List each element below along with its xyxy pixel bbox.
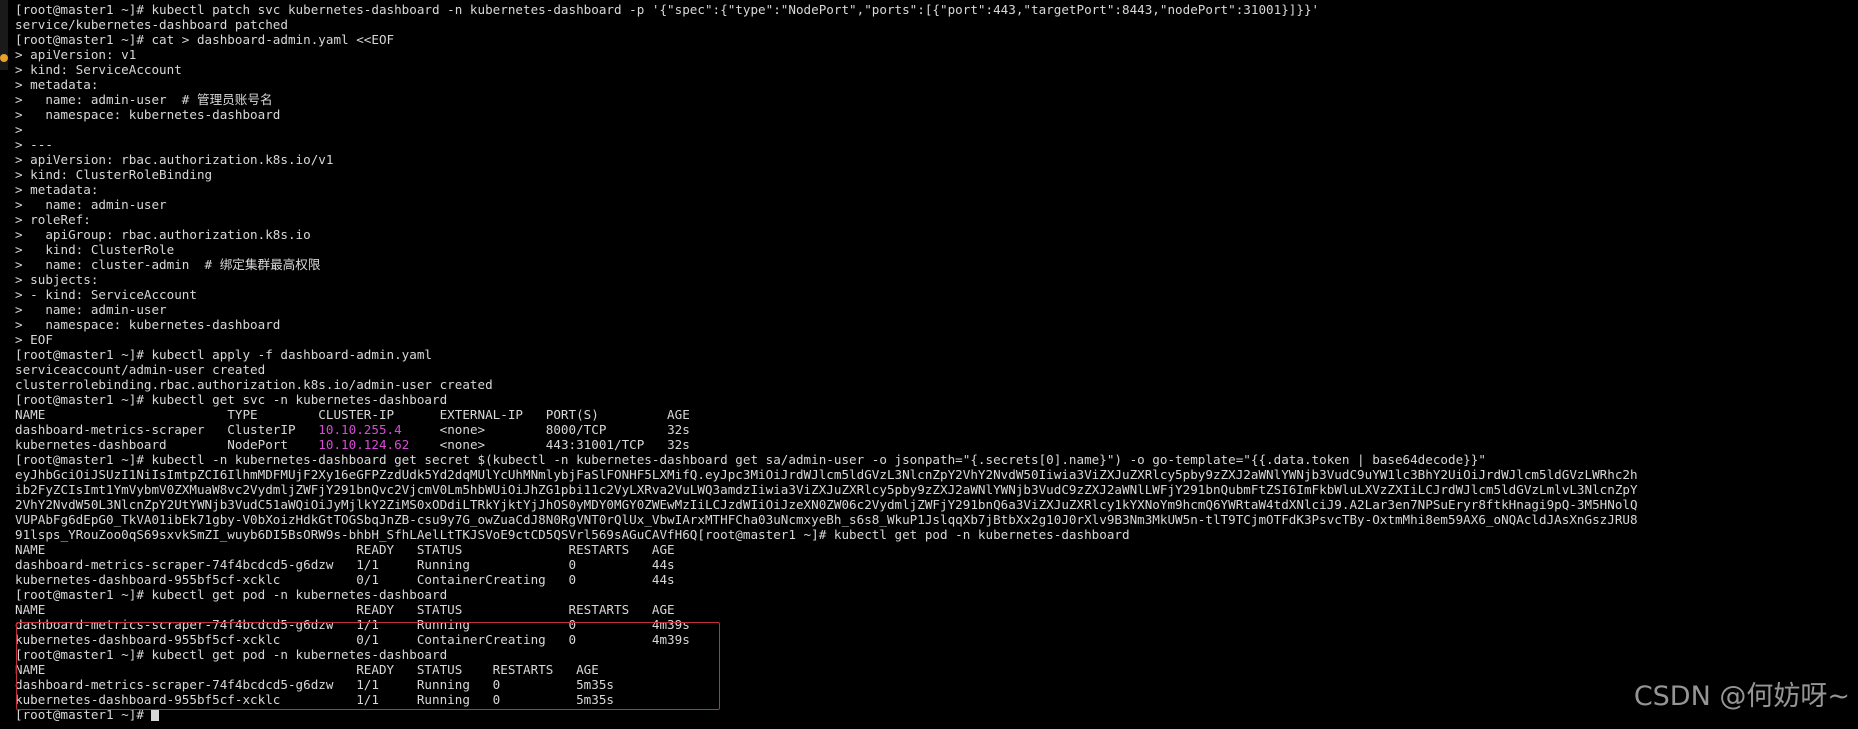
terminal-text: > apiVersion: v1: [15, 47, 137, 62]
terminal-line: NAME READY STATUS RESTARTS AGE: [15, 542, 1858, 557]
terminal-text: > metadata:: [15, 182, 99, 197]
terminal-line: [root@master1 ~]# kubectl -n kubernetes-…: [15, 452, 1858, 467]
terminal-text: [root@master1 ~]# cat > dashboard-admin.…: [15, 32, 395, 47]
terminal-line: VUPAbFg6dEpG0_TkVA01ibEk71gby-V0bXoizHdk…: [15, 512, 1858, 527]
terminal-line: > kind: ServiceAccount: [15, 62, 1858, 77]
text-cursor[interactable]: [151, 709, 160, 721]
terminal-text: dashboard-metrics-scraper-74f4bcdcd5-g6d…: [15, 557, 675, 572]
terminal-text: > namespace: kubernetes-dashboard: [15, 107, 281, 122]
terminal-line: [root@master1 ~]# kubectl get pod -n kub…: [15, 587, 1858, 602]
terminal-text: NAME READY STATUS RESTARTS AGE: [15, 542, 675, 557]
ip-address-text: 10.10.124.62: [318, 437, 410, 452]
terminal-line: > metadata:: [15, 182, 1858, 197]
terminal-line: NAME READY STATUS RESTARTS AGE: [15, 602, 1858, 617]
terminal-line: [root@master1 ~]# kubectl get svc -n kub…: [15, 392, 1858, 407]
terminal-text: NAME TYPE CLUSTER-IP EXTERNAL-IP PORT(S)…: [15, 407, 690, 422]
terminal-line: kubernetes-dashboard-955bf5cf-xcklc 0/1 …: [15, 572, 1858, 587]
terminal-text: VUPAbFg6dEpG0_TkVA01ibEk71gby-V0bXoizHdk…: [15, 512, 1638, 527]
terminal-line: > name: admin-user # 管理员账号名: [15, 92, 1858, 107]
terminal-text: kubernetes-dashboard NodePort: [15, 437, 319, 452]
watermark-text: CSDN @何妨呀~: [1633, 681, 1850, 712]
terminal-line: > roleRef:: [15, 212, 1858, 227]
terminal-text: 91lsps_YRouZoo0qS69sxvkSmZI_wuyb6DI5BsOR…: [15, 527, 1130, 542]
terminal-text: > roleRef:: [15, 212, 91, 227]
terminal-text: > name: admin-user: [15, 302, 167, 317]
terminal-line: > ---: [15, 137, 1858, 152]
terminal-text: [root@master1 ~]# kubectl apply -f dashb…: [15, 347, 433, 362]
terminal-text: > namespace: kubernetes-dashboard: [15, 317, 281, 332]
terminal-text: [root@master1 ~]# kubectl get svc -n kub…: [15, 392, 448, 407]
terminal-line: 2VhY2NvdW50L3NlcnZpY2UtYWNjb3VudC51aWQiO…: [15, 497, 1858, 512]
terminal-text: kubernetes-dashboard-955bf5cf-xcklc 0/1 …: [15, 572, 675, 587]
terminal-text: <none> 8000/TCP 32s: [401, 422, 690, 437]
terminal-text: clusterrolebinding.rbac.authorization.k8…: [15, 377, 493, 392]
terminal-text: ib2FyZCIsImt1YmVybmV0ZXMuaW8vc2VydmljZWF…: [15, 482, 1638, 497]
terminal-text: dashboard-metrics-scraper ClusterIP: [15, 422, 319, 437]
terminal-line: ib2FyZCIsImt1YmVybmV0ZXMuaW8vc2VydmljZWF…: [15, 482, 1858, 497]
terminal-line: > name: admin-user: [15, 197, 1858, 212]
terminal-text: eyJhbGciOiJSUzI1NiIsImtpZCI6IlhmMDFMUjF2…: [15, 467, 1638, 482]
terminal-text: > ---: [15, 137, 53, 152]
terminal-text: > kind: ClusterRoleBinding: [15, 167, 213, 182]
terminal-line: > apiVersion: v1: [15, 47, 1858, 62]
terminal-line: clusterrolebinding.rbac.authorization.k8…: [15, 377, 1858, 392]
terminal-line: dashboard-metrics-scraper-74f4bcdcd5-g6d…: [15, 557, 1858, 572]
terminal-text: > kind: ClusterRole: [15, 242, 175, 257]
terminal-line: > name: cluster-admin # 绑定集群最高权限: [15, 257, 1858, 272]
terminal-line: [root@master1 ~]# kubectl patch svc kube…: [15, 2, 1858, 17]
terminal-line: > - kind: ServiceAccount: [15, 287, 1858, 302]
terminal-output: [root@master1 ~]# kubectl patch svc kube…: [15, 2, 1858, 722]
terminal-line: dashboard-metrics-scraper ClusterIP 10.1…: [15, 422, 1858, 437]
side-toolbar-strip: [0, 0, 8, 70]
terminal-window[interactable]: [root@master1 ~]# kubectl patch svc kube…: [0, 0, 1858, 729]
status-dot-icon: [0, 54, 8, 62]
terminal-line: [root@master1 ~]# kubectl apply -f dashb…: [15, 347, 1858, 362]
terminal-text: 2VhY2NvdW50L3NlcnZpY2UtYWNjb3VudC51aWQiO…: [15, 497, 1638, 512]
terminal-text: > name: cluster-admin # 绑定集群最高权限: [15, 257, 321, 272]
terminal-line: service/kubernetes-dashboard patched: [15, 17, 1858, 32]
terminal-line: eyJhbGciOiJSUzI1NiIsImtpZCI6IlhmMDFMUjF2…: [15, 467, 1858, 482]
terminal-line: > subjects:: [15, 272, 1858, 287]
terminal-line: > metadata:: [15, 77, 1858, 92]
terminal-text: [root@master1 ~]# kubectl patch svc kube…: [15, 2, 1320, 17]
terminal-line: 91lsps_YRouZoo0qS69sxvkSmZI_wuyb6DI5BsOR…: [15, 527, 1858, 542]
terminal-line: [root@master1 ~]# cat > dashboard-admin.…: [15, 32, 1858, 47]
terminal-text: service/kubernetes-dashboard patched: [15, 17, 288, 32]
terminal-line: >: [15, 122, 1858, 137]
terminal-line: NAME TYPE CLUSTER-IP EXTERNAL-IP PORT(S)…: [15, 407, 1858, 422]
terminal-text: > name: admin-user: [15, 197, 167, 212]
terminal-text: > name: admin-user # 管理员账号名: [15, 92, 273, 107]
terminal-line: > namespace: kubernetes-dashboard: [15, 107, 1858, 122]
terminal-line: > apiGroup: rbac.authorization.k8s.io: [15, 227, 1858, 242]
terminal-line: > apiVersion: rbac.authorization.k8s.io/…: [15, 152, 1858, 167]
terminal-line: > kind: ClusterRoleBinding: [15, 167, 1858, 182]
terminal-text: serviceaccount/admin-user created: [15, 362, 266, 377]
terminal-line: serviceaccount/admin-user created: [15, 362, 1858, 377]
terminal-text: > - kind: ServiceAccount: [15, 287, 197, 302]
terminal-text: >: [15, 122, 23, 137]
annotation-highlight-box: [16, 622, 720, 710]
terminal-line: kubernetes-dashboard NodePort 10.10.124.…: [15, 437, 1858, 452]
ip-address-text: 10.10.255.4: [318, 422, 402, 437]
terminal-text: > EOF: [15, 332, 53, 347]
terminal-text: <none> 443:31001/TCP 32s: [409, 437, 690, 452]
terminal-line: > name: admin-user: [15, 302, 1858, 317]
terminal-text: > metadata:: [15, 77, 99, 92]
terminal-text: NAME READY STATUS RESTARTS AGE: [15, 602, 675, 617]
terminal-text: > apiGroup: rbac.authorization.k8s.io: [15, 227, 311, 242]
terminal-text: [root@master1 ~]# kubectl -n kubernetes-…: [15, 452, 1486, 467]
terminal-text: > apiVersion: rbac.authorization.k8s.io/…: [15, 152, 334, 167]
terminal-line: > kind: ClusterRole: [15, 242, 1858, 257]
terminal-line: > EOF: [15, 332, 1858, 347]
terminal-line: > namespace: kubernetes-dashboard: [15, 317, 1858, 332]
terminal-text: > kind: ServiceAccount: [15, 62, 182, 77]
terminal-text: > subjects:: [15, 272, 99, 287]
terminal-text: [root@master1 ~]# kubectl get pod -n kub…: [15, 587, 448, 602]
